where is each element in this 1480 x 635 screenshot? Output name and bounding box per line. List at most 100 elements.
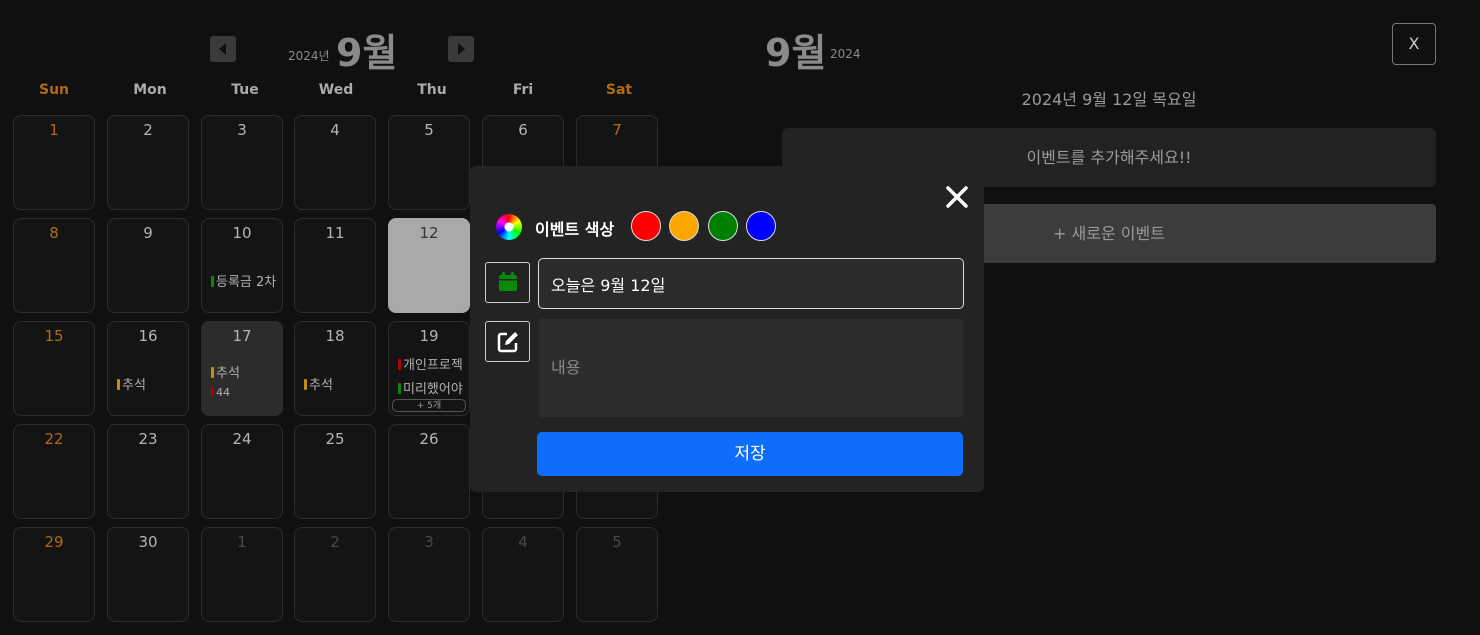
selected-date: 2024년 9월 12일 목요일 — [1021, 90, 1197, 109]
color-swatch-green[interactable] — [708, 211, 738, 241]
color-swatch-blue[interactable] — [746, 211, 776, 241]
day-cell[interactable]: 9 — [107, 218, 189, 313]
calendar-color-button[interactable] — [485, 262, 530, 303]
event-color-bar — [117, 379, 120, 390]
more-events-button[interactable]: + 5개 — [392, 399, 466, 412]
day-number: 24 — [232, 430, 252, 448]
day-cell[interactable]: 18 추석 — [294, 321, 376, 416]
day-cell[interactable]: 2 — [107, 115, 189, 210]
day-number: 2 — [330, 533, 340, 551]
panel-month: 9월 — [765, 31, 827, 75]
calendar-event[interactable]: 44 — [211, 386, 279, 399]
calendar-event[interactable]: 등록금 2차 — [211, 271, 279, 290]
day-cell[interactable]: 2 — [294, 527, 376, 622]
day-cell[interactable]: 4 — [294, 115, 376, 210]
day-cell[interactable]: 5 — [388, 115, 470, 210]
day-cell[interactable]: 24 — [201, 424, 283, 519]
day-number: 2 — [143, 121, 153, 139]
weekday-sat: Sat — [605, 82, 633, 98]
color-swatch-orange[interactable] — [669, 211, 699, 241]
day-number: 12 — [419, 224, 439, 242]
day-cell[interactable]: 12 — [388, 218, 470, 313]
day-number: 23 — [138, 430, 158, 448]
day-cell[interactable]: 30 — [107, 527, 189, 622]
weekday-thu: Thu — [417, 82, 447, 98]
day-cell[interactable]: 4 — [482, 527, 564, 622]
panel-year: 2024 — [830, 47, 861, 61]
day-number: 18 — [325, 327, 345, 345]
event-content-input[interactable] — [539, 319, 963, 417]
day-cell[interactable]: 1 — [13, 115, 95, 210]
color-swatch-red[interactable] — [631, 211, 661, 241]
event-title-input[interactable] — [538, 258, 964, 309]
day-number: 7 — [612, 121, 622, 139]
weekday-fri: Fri — [512, 82, 534, 98]
event-label: 44 — [216, 386, 230, 399]
day-cell[interactable]: 3 — [201, 115, 283, 210]
day-number: 26 — [419, 430, 439, 448]
day-number: 4 — [330, 121, 340, 139]
calendar-header: 2024년 9월 — [0, 22, 680, 75]
calendar-event[interactable]: 미리했어야 — [398, 378, 466, 397]
caret-left-icon — [219, 43, 226, 55]
day-cell[interactable]: 29 — [13, 527, 95, 622]
day-number: 30 — [138, 533, 158, 551]
event-modal: 이벤트 색상 저장 — [470, 166, 984, 492]
save-button[interactable]: 저장 — [537, 432, 963, 476]
day-number: 1 — [237, 533, 247, 551]
calendar-event[interactable]: 추석 — [117, 374, 185, 393]
day-cell[interactable]: 17 추석 44 — [201, 321, 283, 416]
day-number: 19 — [419, 327, 439, 345]
day-cell[interactable]: 11 — [294, 218, 376, 313]
color-wheel-icon[interactable] — [496, 214, 522, 240]
day-number: 9 — [143, 224, 153, 242]
day-number: 6 — [518, 121, 528, 139]
day-cell[interactable]: 10 등록금 2차 — [201, 218, 283, 313]
modal-close-button[interactable] — [944, 184, 970, 210]
event-label: 추석 — [309, 378, 333, 393]
day-number: 10 — [232, 224, 252, 242]
day-cell[interactable]: 23 — [107, 424, 189, 519]
prev-month-button[interactable] — [210, 36, 236, 62]
day-cell[interactable]: 3 — [388, 527, 470, 622]
day-number: 17 — [232, 327, 252, 345]
weekday-mon: Mon — [133, 82, 167, 98]
calendar-event[interactable]: 추석 — [304, 374, 372, 393]
calendar-icon — [498, 272, 517, 291]
day-number: 5 — [612, 533, 622, 551]
next-month-button[interactable] — [448, 36, 474, 62]
event-color-bar — [398, 359, 401, 370]
close-icon — [946, 186, 968, 208]
day-number: 8 — [49, 224, 59, 242]
event-label: 등록금 2차 — [216, 275, 277, 290]
day-cell[interactable]: 26 — [388, 424, 470, 519]
edit-content-button[interactable] — [485, 321, 530, 362]
calendar-event[interactable]: 개인프로젝 — [398, 354, 466, 373]
event-color-label: 이벤트 색상 — [535, 220, 615, 239]
day-number: 1 — [49, 121, 59, 139]
event-label: 추석 — [122, 378, 146, 393]
event-label: 추석 — [216, 366, 240, 381]
day-cell[interactable]: 1 — [201, 527, 283, 622]
day-cell[interactable]: 15 — [13, 321, 95, 416]
day-cell[interactable]: 25 — [294, 424, 376, 519]
day-number: 16 — [138, 327, 158, 345]
panel-close-button[interactable]: X — [1392, 23, 1436, 65]
day-cell[interactable]: 22 — [13, 424, 95, 519]
day-number: 29 — [44, 533, 64, 551]
day-cell[interactable]: 5 — [576, 527, 658, 622]
weekday-tue: Tue — [231, 82, 259, 98]
day-number: 11 — [325, 224, 345, 242]
day-number: 3 — [424, 533, 434, 551]
day-cell[interactable]: 19 개인프로젝미리했어야 + 5개 — [388, 321, 470, 416]
calendar-month: 9월 — [336, 31, 398, 75]
day-number: 3 — [237, 121, 247, 139]
event-color-bar — [211, 276, 214, 287]
day-cell[interactable]: 8 — [13, 218, 95, 313]
event-color-bar — [211, 367, 214, 378]
day-cell[interactable]: 16 추석 — [107, 321, 189, 416]
weekday-wed: Wed — [318, 82, 354, 98]
day-number: 4 — [518, 533, 528, 551]
calendar-event[interactable]: 추석 — [211, 362, 279, 381]
day-number: 15 — [44, 327, 64, 345]
